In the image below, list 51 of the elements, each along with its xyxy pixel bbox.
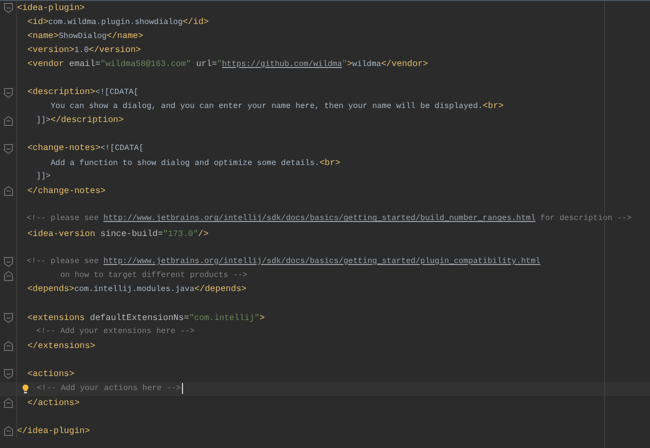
fold-icon[interactable] [4, 313, 12, 324]
code-line: <actions> [26, 368, 74, 382]
text-caret [182, 383, 183, 394]
code-line: You can show a dialog, and you can enter your name here, then your name will be displayed.<br> [50, 100, 504, 114]
code-line: <change-notes><![CDATA[ [26, 142, 144, 156]
code-editor[interactable] [0, 0, 650, 448]
fold-icon[interactable] [4, 88, 12, 98]
fold-end-icon[interactable] [4, 270, 12, 281]
fold-icon[interactable] [4, 3, 12, 14]
code-line: ]]></description> [35, 114, 124, 128]
fold-end-icon[interactable] [4, 341, 12, 352]
link[interactable]: http://www.jetbrains.org/intellij/sdk/docs/basics/getting_started/plugin_compatibility.html [103, 254, 540, 269]
code-text: for description --> [539, 213, 632, 226]
fold-end-icon[interactable] [4, 116, 12, 126]
link[interactable]: https://github.com/wildma [222, 58, 342, 72]
code-line: on how to target different products --> [59, 270, 248, 282]
fold-end-icon[interactable] [4, 398, 12, 408]
code-line: <id>com.wildma.plugin.showdialog</id> [26, 16, 209, 29]
code-text: <!-- please see [26, 256, 100, 268]
lightbulb-icon[interactable] [22, 384, 29, 394]
code-text: </vendor> [381, 58, 428, 71]
code-line: <!-- Add your actions here --> [36, 382, 181, 395]
code-line: <name>ShowDialog</name> [26, 30, 144, 43]
code-text: <!-- please see [26, 213, 100, 226]
fold-icon[interactable] [4, 256, 12, 267]
code-text: url= [195, 58, 217, 71]
code-text: "wildma58@163.com" [100, 58, 191, 71]
link[interactable]: http://www.jetbrains.org/intellij/sdk/docs/basics/getting_started/build_number_ranges.html [103, 212, 536, 226]
code-line: </extensions> [26, 340, 96, 354]
code-line: <idea-plugin> [17, 2, 85, 16]
code-text: > [347, 58, 352, 71]
code-line: <depends>com.intellij.modules.java</depends> [26, 283, 247, 296]
code-line: <idea-version since-build="173.0"/> [26, 228, 209, 241]
code-text: wildma [352, 58, 382, 71]
code-line: ]]> [35, 171, 51, 184]
code-text: <vendor [26, 58, 65, 71]
fold-icon[interactable] [4, 144, 12, 154]
fold-end-icon[interactable] [4, 426, 12, 436]
code-text: email= [69, 58, 100, 71]
code-line: Add a function to show dialog and optimize some details.<br> [50, 156, 340, 170]
code-line: </change-notes> [26, 185, 106, 198]
code-line: </idea-plugin> [17, 424, 90, 438]
code-line: <description><![CDATA[ [26, 86, 138, 100]
code-line: </actions> [26, 396, 80, 410]
code-text: " [216, 58, 222, 71]
fold-end-icon[interactable] [4, 186, 12, 196]
code-text: " [342, 58, 348, 71]
fold-icon[interactable] [4, 369, 12, 380]
code-line: <extensions defaultExtensionNs="com.intellij"> [26, 312, 265, 326]
code-line: <!-- Add your extensions here --> [35, 326, 195, 338]
code-line: <version>1.0</version> [26, 44, 141, 57]
